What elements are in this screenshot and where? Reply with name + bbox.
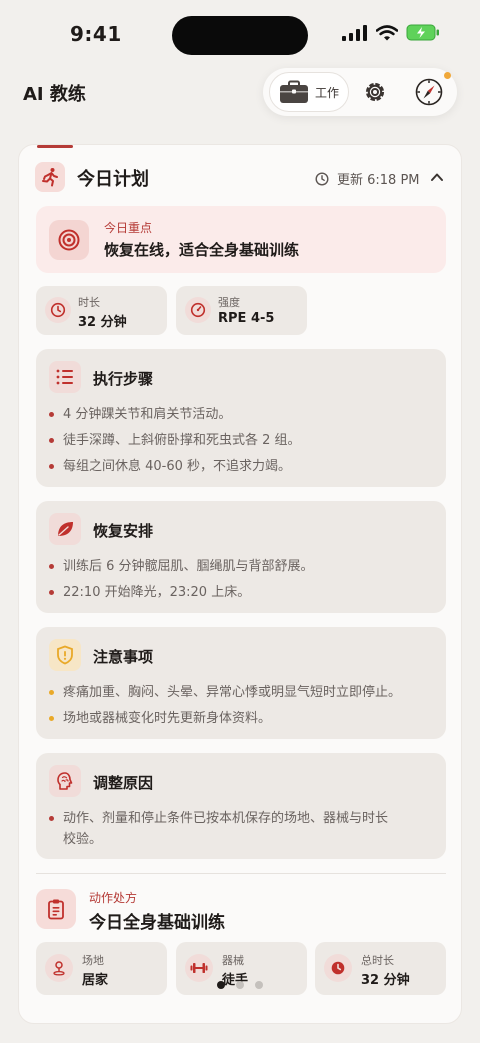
list-item: 疼痛加重、胸闷、头晕、异常心悸或明显气短时立即停止。 (49, 682, 439, 703)
gear-icon (365, 82, 385, 102)
info-total-duration: 总时长 32 分钟 (315, 942, 446, 995)
shield-alert-icon (49, 639, 81, 671)
work-mode-label: 工作 (315, 85, 340, 100)
divider (36, 873, 446, 874)
section-title: 注意事项 (93, 648, 154, 666)
brain-icon (49, 765, 81, 797)
page-indicator[interactable] (217, 981, 263, 989)
list-item: 每组之间休息 40-60 秒，不追求力竭。 (49, 456, 439, 477)
running-person-icon (35, 162, 65, 192)
clock-icon (45, 297, 71, 323)
info-value: 居家 (82, 973, 109, 988)
list-item: 动作、剂量和停止条件已按本机保存的场地、器械与时长校验。 (49, 808, 389, 850)
clipboard-icon (36, 889, 76, 929)
metric-duration: 时长 32 分钟 (36, 286, 167, 335)
list-item: 场地或器械变化时先更新身体资料。 (49, 708, 439, 729)
list-item: 训练后 6 分钟髋屈肌、腘绳肌与背部舒展。 (49, 556, 439, 577)
section-cautions: 注意事项 疼痛加重、胸闷、头晕、异常心悸或明显气短时立即停止。 场地或器械变化时… (36, 627, 446, 739)
steps-list: 4 分钟踝关节和肩关节活动。 徒手深蹲、上斜俯卧撑和死虫式各 2 组。 每组之间… (49, 404, 439, 482)
metric-value: 32 分钟 (78, 315, 127, 330)
cautions-list: 疼痛加重、胸闷、头晕、异常心悸或明显气短时立即停止。 场地或器械变化时先更新身体… (49, 682, 439, 734)
info-label: 总时长 (361, 954, 394, 967)
compass-button[interactable] (413, 76, 445, 108)
status-time: 9:41 (70, 22, 122, 46)
focus-text: 恢复在线，适合全身基础训练 (104, 241, 300, 259)
clock-icon (315, 171, 329, 186)
top-toolbar: 工作 (263, 68, 457, 116)
info-value: 32 分钟 (361, 973, 410, 988)
updated-time: 更新 6:18 PM (315, 169, 420, 188)
plan-card: 今日计划 更新 6:18 PM 今日重点 恢复在线，适合全身基础训练 时长 32… (18, 144, 462, 1024)
page-dot-1[interactable] (217, 981, 225, 989)
metric-intensity: 强度 RPE 4-5 (176, 286, 307, 335)
page-dot-2[interactable] (236, 981, 244, 989)
target-icon (49, 220, 89, 260)
battery-charging-icon (406, 24, 439, 41)
notification-dot (444, 72, 451, 79)
briefcase-icon (280, 80, 308, 103)
plan-title: 今日计划 (77, 169, 149, 190)
section-reason: 调整原因 动作、剂量和停止条件已按本机保存的场地、器械与时长校验。 (36, 753, 446, 859)
section-title: 恢复安排 (93, 522, 154, 540)
info-label: 场地 (82, 954, 104, 967)
chevron-up-icon[interactable] (429, 169, 445, 185)
prescription-title: 今日全身基础训练 (89, 913, 225, 933)
section-steps: 执行步骤 4 分钟踝关节和肩关节活动。 徒手深蹲、上斜俯卧撑和死虫式各 2 组。… (36, 349, 446, 487)
card-accent-bar (37, 145, 73, 148)
settings-button[interactable] (360, 77, 390, 107)
wifi-icon (376, 24, 398, 40)
gauge-icon (185, 297, 211, 323)
page-title: AI 教练 (23, 84, 86, 105)
status-bar: 9:41 (0, 0, 480, 70)
work-mode-button[interactable]: 工作 (269, 72, 349, 112)
signal-icon (342, 24, 367, 41)
page-dot-3[interactable] (255, 981, 263, 989)
list-item: 4 分钟踝关节和肩关节活动。 (49, 404, 439, 425)
today-focus: 今日重点 恢复在线，适合全身基础训练 (36, 206, 446, 273)
section-title: 调整原因 (93, 774, 154, 792)
leaf-icon (49, 513, 81, 545)
list-item: 22:10 开始降光，23:20 上床。 (49, 582, 439, 603)
metric-label: 强度 (218, 296, 240, 309)
status-icons (342, 24, 440, 41)
section-recovery: 恢复安排 训练后 6 分钟髋屈肌、腘绳肌与背部舒展。 22:10 开始降光，23… (36, 501, 446, 613)
prescription-label: 动作处方 (89, 891, 138, 905)
metric-label: 时长 (78, 296, 100, 309)
metric-value: RPE 4-5 (218, 311, 275, 326)
list-icon (49, 361, 81, 393)
info-venue: 场地 居家 (36, 942, 167, 995)
compass-icon (415, 78, 443, 106)
updated-text: 更新 6:18 PM (337, 173, 420, 188)
reason-list: 动作、剂量和停止条件已按本机保存的场地、器械与时长校验。 (49, 808, 389, 855)
timer-icon (324, 954, 352, 982)
focus-label: 今日重点 (104, 221, 153, 235)
list-item: 徒手深蹲、上斜俯卧撑和死虫式各 2 组。 (49, 430, 439, 451)
location-pin-icon (45, 954, 73, 982)
dumbbell-icon (185, 954, 213, 982)
dynamic-island (172, 16, 308, 55)
section-title: 执行步骤 (93, 370, 154, 388)
info-label: 器械 (222, 954, 244, 967)
recovery-list: 训练后 6 分钟髋屈肌、腘绳肌与背部舒展。 22:10 开始降光，23:20 上… (49, 556, 439, 608)
